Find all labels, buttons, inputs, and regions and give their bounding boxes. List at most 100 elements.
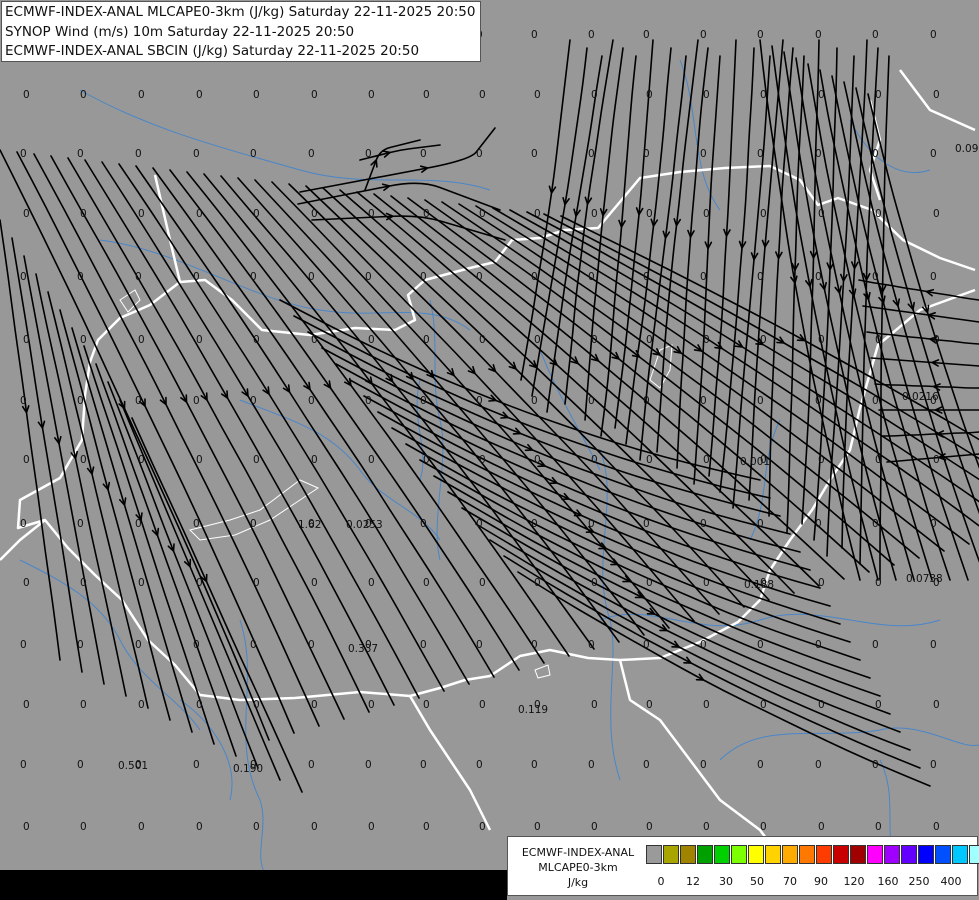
streamline: [870, 357, 979, 367]
sbcin-value: 0: [250, 148, 257, 160]
sbcin-value: 0: [138, 699, 145, 711]
sbcin-value: 0: [138, 334, 145, 346]
streamline: [359, 144, 441, 161]
sbcin-value: 0: [420, 518, 427, 530]
sbcin-value: 0: [196, 89, 203, 101]
sbcin-value: 0: [643, 29, 650, 41]
sbcin-value: 0: [872, 29, 879, 41]
sbcin-value: 0: [591, 454, 598, 466]
sbcin-value: 0: [253, 821, 260, 833]
sbcin-value: 0: [757, 518, 764, 530]
sbcin-value: 0: [23, 208, 30, 220]
title-line-cin: ECMWF-INDEX-ANAL SBCIN (J/kg) Saturday 2…: [5, 43, 420, 59]
sbcin-value: 0: [534, 89, 541, 101]
sbcin-value: 0: [253, 89, 260, 101]
sbcin-value: 0: [80, 699, 87, 711]
sbcin-value: 0: [423, 454, 430, 466]
sbcin-value: 0: [818, 208, 825, 220]
sbcin-value: 0: [875, 89, 882, 101]
legend-tick-label: 30: [719, 875, 733, 888]
sbcin-value: 0: [703, 699, 710, 711]
sbcin-value: 0: [930, 271, 937, 283]
sbcin-value: 0: [479, 89, 486, 101]
sbcin-value: 0: [588, 271, 595, 283]
sbcin-value: 0: [196, 577, 203, 589]
streamline: [693, 55, 721, 485]
sbcin-value: 0: [700, 759, 707, 771]
sbcin-value: 0: [23, 699, 30, 711]
legend-swatch: [833, 845, 849, 864]
sbcin-value: 0: [311, 821, 318, 833]
sbcin-value: 0: [815, 29, 822, 41]
streamline: [461, 507, 891, 715]
sbcin-value: 0: [311, 699, 318, 711]
sbcin-value: 0: [700, 518, 707, 530]
sbcin-value: 0: [368, 699, 375, 711]
sbcin-value: 0: [368, 208, 375, 220]
sbcin-value: 0: [476, 639, 483, 651]
sbcin-value: 0: [423, 208, 430, 220]
sbcin-value: 0: [80, 208, 87, 220]
sbcin-value: 0: [23, 577, 30, 589]
sbcin-value: 0: [588, 148, 595, 160]
sbcin-value: 0: [588, 395, 595, 407]
sbcin-value: 0: [818, 699, 825, 711]
legend-swatch: [663, 845, 679, 864]
sbcin-value: 0: [253, 334, 260, 346]
sbcin-value: 0: [818, 334, 825, 346]
sbcin-value: 0: [760, 208, 767, 220]
streamline: [584, 47, 624, 421]
legend-color-scale: [646, 845, 979, 866]
title-line-wind: SYNOP Wind (m/s) 10m Saturday 22-11-2025…: [5, 23, 355, 40]
sbcin-value: 0: [138, 89, 145, 101]
sbcin-value: 0: [368, 89, 375, 101]
legend-swatch: [884, 845, 900, 864]
sbcin-value: 0: [20, 759, 27, 771]
sbcin-value: 0: [476, 271, 483, 283]
sbcin-value: 0: [253, 208, 260, 220]
sbcin-value: 0: [368, 577, 375, 589]
sbcin-value: 0: [531, 148, 538, 160]
sbcin-value: 0: [757, 29, 764, 41]
sbcin-value: 0: [311, 208, 318, 220]
streamline: [708, 39, 737, 477]
sbcin-value: 0: [930, 148, 937, 160]
sbcin-value: 0.001: [740, 456, 770, 468]
legend-swatch: [867, 845, 883, 864]
streamline: [795, 57, 915, 581]
sbcin-value: 0: [193, 639, 200, 651]
legend-swatch: [799, 845, 815, 864]
streamline: [503, 555, 921, 769]
sbcin-value: 0: [311, 454, 318, 466]
map-bottom-edge: [0, 870, 507, 900]
sbcin-value: 0: [643, 271, 650, 283]
sbcin-value: 0: [875, 454, 882, 466]
sbcin-value: 0: [588, 29, 595, 41]
sbcin-value: 0: [646, 454, 653, 466]
sbcin-value: 0: [815, 148, 822, 160]
sbcin-value: 0: [476, 148, 483, 160]
legend-title: ECMWF-INDEX-ANAL MLCAPE0-3km J/kg: [512, 845, 644, 890]
sbcin-value: 0: [531, 271, 538, 283]
sbcin-value: 0: [591, 208, 598, 220]
sbcin-value: 0: [253, 577, 260, 589]
legend-swatch: [680, 845, 696, 864]
sbcin-value: 0: [423, 89, 430, 101]
legend-tick-label: 160: [877, 875, 899, 888]
sbcin-value: 0: [531, 759, 538, 771]
streamline: [656, 39, 699, 453]
sbcin-value: 0: [80, 334, 87, 346]
sbcin-value: 0: [476, 518, 483, 530]
sbcin-value: 0: [591, 699, 598, 711]
sbcin-value: 0: [479, 699, 486, 711]
legend-tick-label: 400: [940, 875, 962, 888]
streamline: [47, 291, 149, 709]
sbcin-value: 0: [933, 208, 940, 220]
sbcin-value: 0: [760, 89, 767, 101]
sbcin-value: 0: [643, 759, 650, 771]
legend-tick-label: 12: [686, 875, 700, 888]
sbcin-value: 0: [193, 759, 200, 771]
sbcin-value: 0: [20, 395, 27, 407]
sbcin-value: 0: [80, 454, 87, 466]
sbcin-value: 0.119: [518, 704, 548, 716]
